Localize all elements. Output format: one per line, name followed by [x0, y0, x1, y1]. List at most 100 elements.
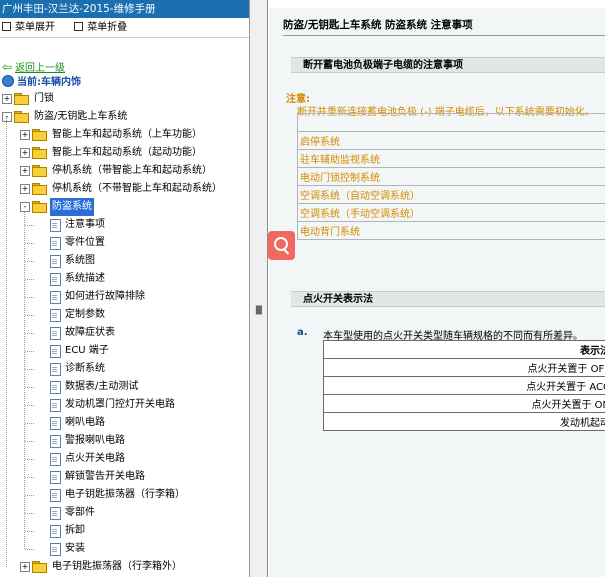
tree-item-label[interactable]: 系统图: [65, 252, 95, 270]
tree-item-row[interactable]: 诊断系统: [0, 360, 249, 378]
tree-folder-row[interactable]: + 电子钥匙振荡器（行李箱外）: [0, 558, 249, 576]
tree-item-row[interactable]: 系统图: [0, 252, 249, 270]
tree-item-label[interactable]: 如何进行故障排除: [65, 288, 145, 306]
tree-connector-line: [25, 333, 34, 334]
tree-item-label[interactable]: 门锁: [34, 90, 54, 108]
panel-splitter[interactable]: ▬ ▬ ▬: [250, 0, 268, 577]
tree-connector-line: [25, 261, 34, 262]
tree-connector-line: [25, 513, 34, 514]
ignition-expression-table: 表示法 点火开关置于 OFF 点火开关置于 ACC 点火开关置于 ON 发动机起…: [323, 340, 605, 431]
tree-folder-row[interactable]: + 门锁: [0, 90, 249, 108]
tree-connector-line: [25, 243, 34, 244]
tree-item-label[interactable]: 解锁警告开关电路: [65, 468, 145, 486]
tree-item-row[interactable]: 解锁警告开关电路: [0, 468, 249, 486]
expand-toggle-icon[interactable]: +: [20, 130, 30, 140]
tree-item-row[interactable]: 零件位置: [0, 234, 249, 252]
search-button[interactable]: [268, 231, 295, 260]
tree-item-label[interactable]: 故障症状表: [65, 324, 115, 342]
document-icon: [50, 525, 61, 538]
tree-item-row[interactable]: 注意事项: [0, 216, 249, 234]
search-icon: [274, 237, 288, 251]
tree-folder-row[interactable]: + 智能上车和起动系统（起动功能）: [0, 144, 249, 162]
collapse-toggle-icon[interactable]: -: [20, 202, 30, 212]
tree-item-label[interactable]: 点火开关电路: [65, 450, 125, 468]
tree-folder-row[interactable]: + 智能上车和起动系统（上车功能）: [0, 126, 249, 144]
tree-item-label[interactable]: 停机系统（不带智能上车和起动系统）: [52, 180, 222, 198]
tree-connector-line: [25, 387, 34, 388]
document-icon: [50, 435, 61, 448]
system-link[interactable]: 电动门锁控制系统: [297, 167, 605, 186]
tree-item-row[interactable]: 系统描述: [0, 270, 249, 288]
tree-item-label[interactable]: 警报喇叭电路: [65, 432, 125, 450]
system-link[interactable]: 启停系统: [297, 131, 605, 150]
tree-item-label[interactable]: 防盗/无钥匙上车系统: [34, 108, 127, 126]
splitter-grip-icon[interactable]: ▬ ▬ ▬: [255, 303, 263, 317]
tree-item-label[interactable]: 定制参数: [65, 306, 105, 324]
collapse-toggle-icon[interactable]: -: [2, 112, 12, 122]
tree-item-row[interactable]: 零部件: [0, 504, 249, 522]
tree-item-label[interactable]: 系统描述: [65, 270, 105, 288]
tree-item-row[interactable]: 故障症状表: [0, 324, 249, 342]
system-link[interactable]: 驻车辅助监视系统: [297, 149, 605, 168]
document-icon: [50, 489, 61, 502]
tree-item-label[interactable]: 喇叭电路: [65, 414, 105, 432]
tree-connector-line: [25, 405, 34, 406]
tree-folder-row[interactable]: - 防盗/无钥匙上车系统: [0, 108, 249, 126]
tree-item-label[interactable]: 电子钥匙振荡器（行李箱）: [65, 486, 185, 504]
tree-folder-row[interactable]: + 停机系统（带智能上车和起动系统）: [0, 162, 249, 180]
back-link[interactable]: 返回上一级: [15, 63, 65, 74]
system-link[interactable]: 空调系统（自动空调系统）: [297, 185, 605, 204]
tree-connector-line: [25, 441, 34, 442]
document-icon: [50, 237, 61, 250]
tree-item-label[interactable]: ECU 端子: [65, 342, 109, 360]
tree-item-label[interactable]: 安装: [65, 540, 85, 558]
current-location: 当前:车辆内饰: [0, 75, 249, 90]
expand-toggle-icon[interactable]: +: [20, 166, 30, 176]
tree-item-row[interactable]: 安装: [0, 540, 249, 558]
tree-folder-row[interactable]: + 停机系统（不带智能上车和起动系统）: [0, 180, 249, 198]
tree-item-row[interactable]: 拆卸: [0, 522, 249, 540]
back-row: ⇦ 返回上一级: [0, 60, 249, 75]
tree-folder-row[interactable]: - 防盗系统: [0, 198, 249, 216]
tree-item-label[interactable]: 停机系统（带智能上车和起动系统）: [52, 162, 212, 180]
expand-menu-button[interactable]: 菜单展开: [0, 18, 55, 37]
expand-toggle-icon[interactable]: +: [20, 148, 30, 158]
expand-toggle-icon[interactable]: +: [20, 184, 30, 194]
tree-connector-line: [25, 549, 34, 550]
tree-connector-line: [25, 315, 34, 316]
tree-item-row[interactable]: 定制参数: [0, 306, 249, 324]
tree-item-row[interactable]: 点火开关电路: [0, 450, 249, 468]
tree-item-label[interactable]: 拆卸: [65, 522, 85, 540]
tree-item-label[interactable]: 诊断系统: [65, 360, 105, 378]
tree-item-row[interactable]: 发动机罩门控灯开关电路: [0, 396, 249, 414]
tree-item-row[interactable]: 如何进行故障排除: [0, 288, 249, 306]
expand-toggle-icon[interactable]: +: [2, 94, 12, 104]
tree-item-label[interactable]: 防盗系统: [50, 198, 94, 216]
tree-item-row[interactable]: 数据表/主动测试: [0, 378, 249, 396]
tree-item-label[interactable]: 注意事项: [65, 216, 105, 234]
system-link[interactable]: 空调系统（手动空调系统）: [297, 203, 605, 222]
tree-item-label[interactable]: 发动机罩门控灯开关电路: [65, 396, 175, 414]
tree-connector-line: [25, 225, 34, 226]
table-header: 表示法: [323, 340, 605, 359]
tree-item-row[interactable]: ECU 端子: [0, 342, 249, 360]
document-icon: [50, 381, 61, 394]
tree-item-row[interactable]: 电子钥匙振荡器（行李箱）: [0, 486, 249, 504]
tree-item-row[interactable]: 喇叭电路: [0, 414, 249, 432]
tree-connector-line: [25, 351, 34, 352]
expand-menu-label: 菜单展开: [15, 22, 55, 33]
expand-toggle-icon[interactable]: +: [20, 562, 30, 572]
tree-item-label[interactable]: 电子钥匙振荡器（行李箱外）: [52, 558, 182, 576]
tree-item-label[interactable]: 数据表/主动测试: [65, 378, 138, 396]
tree-item-label[interactable]: 零部件: [65, 504, 95, 522]
folder-icon: [32, 183, 47, 195]
tree-item-label[interactable]: 智能上车和起动系统（起动功能）: [52, 144, 202, 162]
collapse-menu-button[interactable]: 菜单折叠: [72, 18, 127, 37]
tree-item-row[interactable]: 警报喇叭电路: [0, 432, 249, 450]
tree-item-label[interactable]: 智能上车和起动系统（上车功能）: [52, 126, 202, 144]
tree-item-label[interactable]: 零件位置: [65, 234, 105, 252]
back-arrow-icon[interactable]: ⇦: [2, 60, 12, 75]
folder-icon: [14, 93, 29, 105]
system-link[interactable]: 电动背门系统: [297, 221, 605, 240]
list-marker: a.: [297, 327, 308, 338]
